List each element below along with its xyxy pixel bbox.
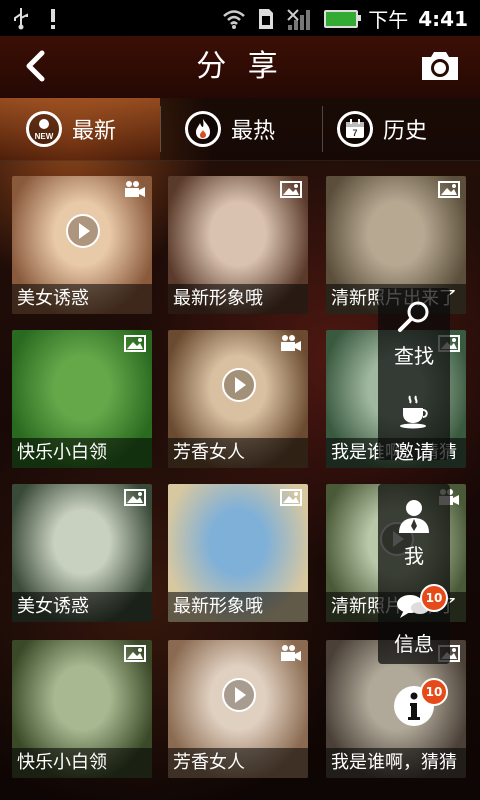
- tab-label-history: 历史: [383, 119, 428, 144]
- photo-caption: 最新形象哦: [173, 288, 263, 309]
- message-badge: 10: [420, 584, 448, 612]
- photo-tile[interactable]: 最新形象哦: [168, 484, 308, 622]
- video-icon: [281, 645, 301, 661]
- tab-label-latest: 最新: [72, 119, 117, 144]
- side-menu-me[interactable]: 我: [378, 496, 450, 569]
- photo-caption: 我是谁啊，猜猜: [331, 752, 457, 773]
- title-bar: 分 享: [0, 36, 480, 98]
- video-icon: [281, 335, 301, 351]
- photo-caption: 芳香女人: [173, 442, 245, 463]
- play-icon[interactable]: [222, 678, 256, 712]
- back-arrow-icon[interactable]: [18, 48, 54, 84]
- calendar-icon: 7: [337, 111, 373, 147]
- fire-icon: [185, 111, 221, 147]
- signal-icon: [287, 8, 311, 30]
- tab-bar: NEW 最新 最热 7 历史: [0, 98, 480, 161]
- photo-tile[interactable]: 美女诱惑: [12, 484, 152, 622]
- coffee-icon: [400, 395, 428, 429]
- photo-tile[interactable]: 美女诱惑: [12, 176, 152, 314]
- side-menu-label-me: 我: [404, 544, 424, 568]
- svg-text:NEW: NEW: [35, 132, 54, 141]
- tab-latest[interactable]: NEW 最新: [0, 98, 160, 160]
- side-menu-search[interactable]: 查找: [378, 296, 450, 369]
- photo-caption: 美女诱惑: [17, 596, 89, 617]
- side-menu-label-search: 查找: [394, 344, 434, 368]
- camera-icon[interactable]: [418, 48, 462, 84]
- photo-caption: 快乐小白领: [17, 442, 107, 463]
- status-time: 4:41: [418, 6, 468, 31]
- image-icon: [124, 645, 146, 662]
- new-icon: NEW: [26, 111, 62, 147]
- image-icon: [438, 181, 460, 198]
- video-icon: [125, 181, 145, 197]
- photo-tile[interactable]: 快乐小白领: [12, 640, 152, 778]
- tab-hot[interactable]: 最热: [161, 98, 321, 160]
- user-icon: [399, 500, 429, 533]
- photo-caption: 芳香女人: [173, 752, 245, 773]
- photo-caption: 最新形象哦: [173, 596, 263, 617]
- image-icon: [280, 181, 302, 198]
- photo-tile[interactable]: 最新形象哦: [168, 176, 308, 314]
- usb-icon: [14, 8, 28, 30]
- alert-icon: [51, 9, 55, 29]
- status-bar: 下午 4:41: [0, 0, 480, 36]
- sim-icon: [259, 8, 274, 29]
- play-icon[interactable]: [66, 214, 100, 248]
- image-icon: [124, 335, 146, 352]
- page-title: 分 享: [196, 49, 284, 84]
- photo-caption: 美女诱惑: [17, 288, 89, 309]
- side-menu-info[interactable]: 10: [378, 678, 450, 732]
- battery-icon: [324, 9, 362, 28]
- image-icon: [280, 489, 302, 506]
- side-menu: 查找 邀请 我 10 信息 10: [378, 288, 450, 726]
- info-badge: 10: [420, 678, 448, 706]
- side-menu-label-invite: 邀请: [394, 440, 434, 464]
- image-icon: [124, 489, 146, 506]
- side-menu-label-messages: 信息: [394, 632, 434, 656]
- side-menu-invite[interactable]: 邀请: [378, 392, 450, 465]
- search-icon: [398, 301, 429, 332]
- play-icon[interactable]: [222, 368, 256, 402]
- status-period: 下午: [368, 8, 409, 32]
- photo-tile[interactable]: 快乐小白领: [12, 330, 152, 468]
- photo-caption: 快乐小白领: [17, 752, 107, 773]
- photo-tile[interactable]: 芳香女人: [168, 640, 308, 778]
- photo-tile[interactable]: 芳香女人: [168, 330, 308, 468]
- svg-text:7: 7: [352, 128, 357, 138]
- tab-label-hot: 最热: [231, 119, 276, 144]
- tab-history[interactable]: 7 历史: [323, 98, 480, 160]
- wifi-icon: [223, 9, 246, 29]
- side-menu-messages[interactable]: 10 信息: [378, 584, 450, 657]
